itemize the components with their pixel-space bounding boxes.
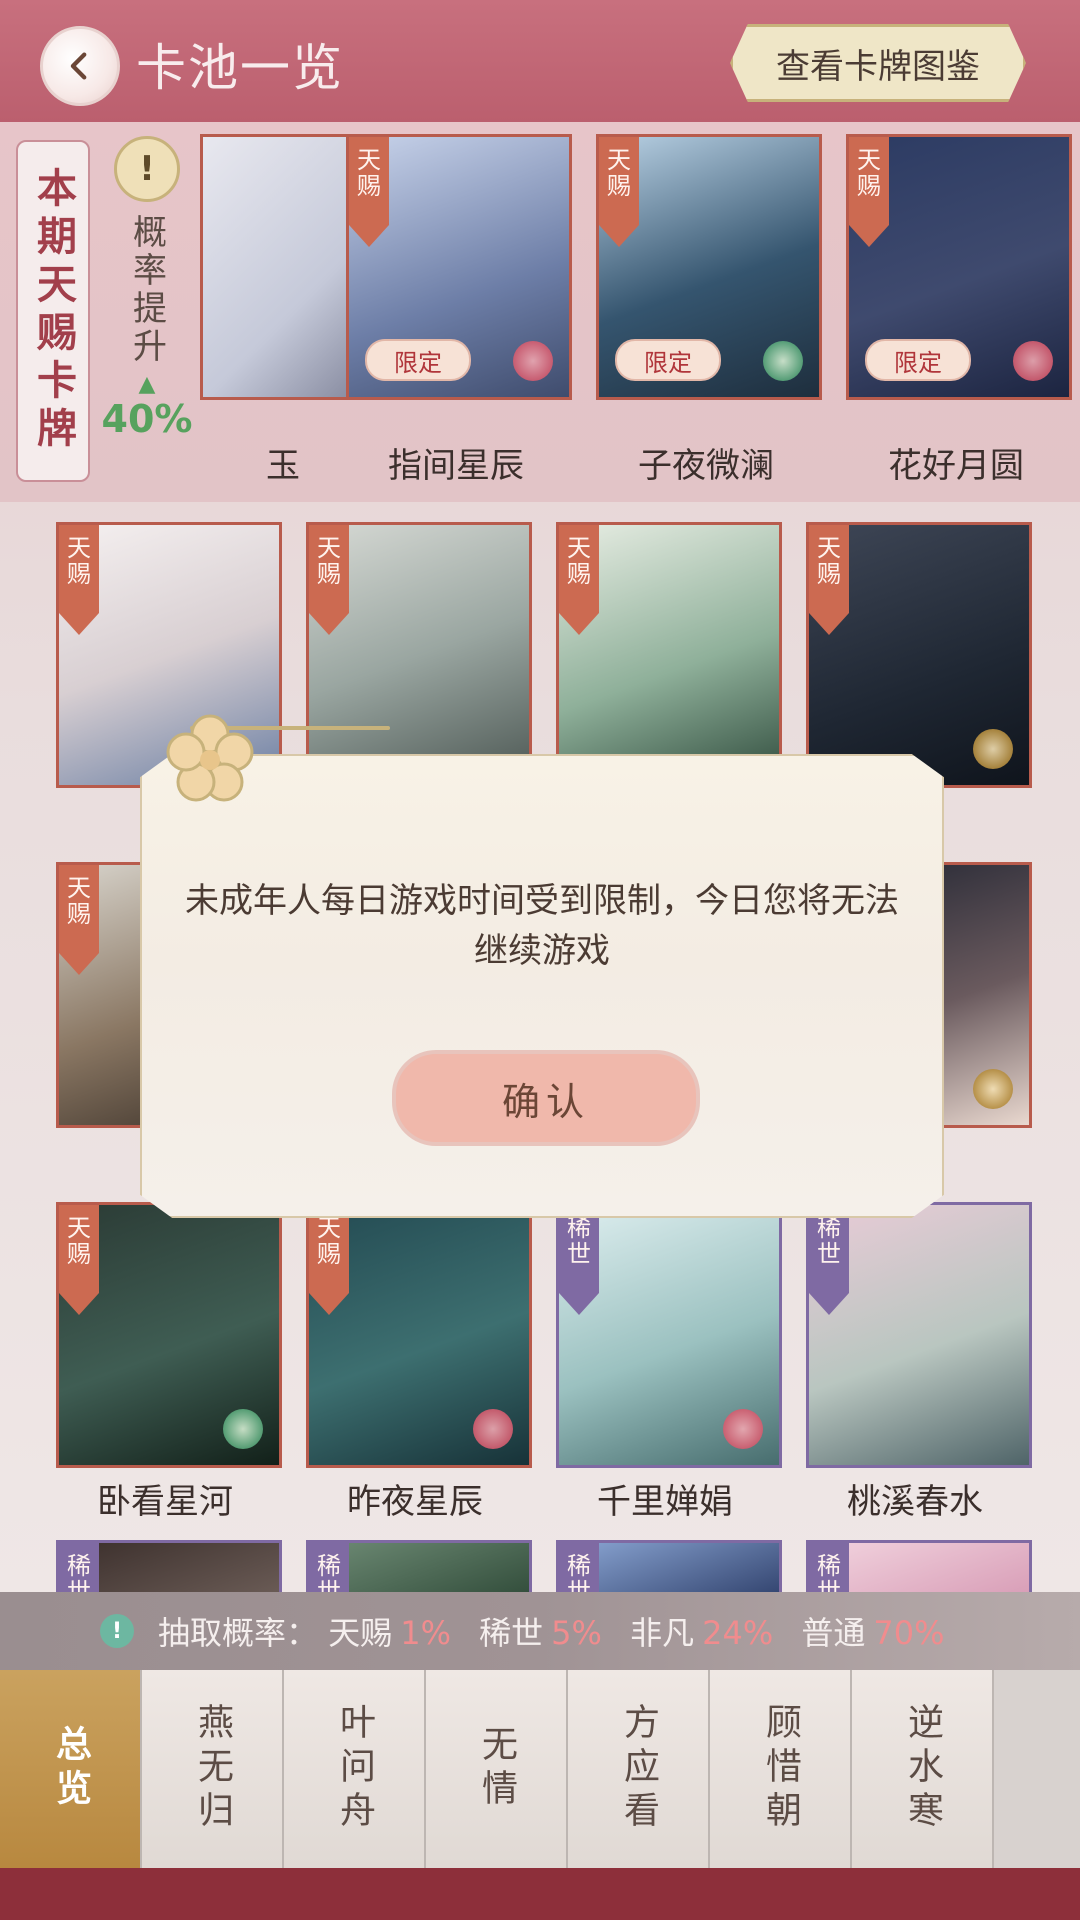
playtime-limit-dialog: 未成年人每日游戏时间受到限制，今日您将无法继续游戏 确认 <box>140 754 944 1218</box>
sakura-icon <box>166 714 254 802</box>
confirm-button[interactable]: 确认 <box>392 1050 700 1146</box>
exclamation-icon[interactable]: ! <box>114 136 180 202</box>
boost-percentage: 40% <box>101 397 193 441</box>
probability-boost: ! 概率提升 ▲ 40% <box>92 136 202 496</box>
boost-label: 概率提升 <box>126 214 167 366</box>
up-arrow-icon: ▲ <box>138 372 156 397</box>
dialog-message: 未成年人每日游戏时间受到限制，今日您将无法继续游戏 <box>185 881 899 971</box>
